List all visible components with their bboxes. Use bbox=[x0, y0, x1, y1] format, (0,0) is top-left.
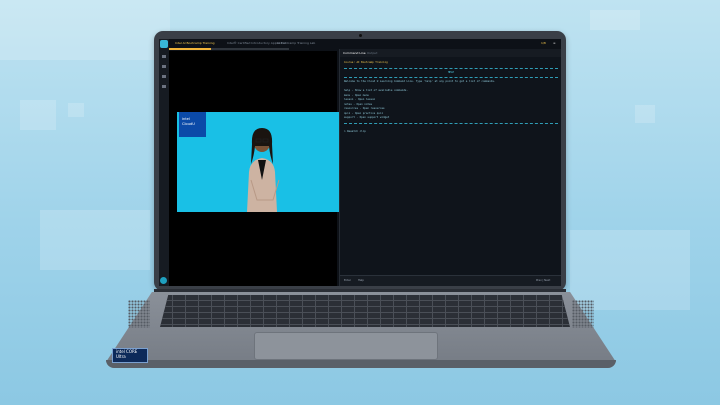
speaker-grille-right bbox=[572, 300, 594, 328]
settings-icon[interactable] bbox=[162, 85, 166, 88]
cpu-sticker: intel CORE Ultra bbox=[112, 348, 148, 363]
terminal-divider bbox=[344, 67, 558, 69]
terminal-line: Course: AI Bootcamp Training bbox=[344, 61, 388, 64]
course-title: Intel AI Bootcamp Training bbox=[175, 41, 215, 45]
webcam bbox=[359, 34, 362, 37]
course-progress-fill bbox=[169, 48, 211, 50]
terminal-line: HELP bbox=[447, 70, 455, 74]
speaker-grille-left bbox=[128, 300, 150, 328]
lesson-video-area: intel CloudU bbox=[169, 51, 339, 286]
bg-tile bbox=[590, 10, 640, 30]
cpu-sticker-text: intel CORE Ultra bbox=[116, 349, 138, 359]
tab-command-line[interactable]: Command Line bbox=[343, 51, 366, 55]
intel-cloudu-logo: intel CloudU bbox=[179, 112, 206, 137]
laptop-front-edge bbox=[106, 360, 616, 368]
notes-icon[interactable] bbox=[162, 75, 166, 78]
logo-line-2: CloudU bbox=[182, 122, 195, 126]
bg-tile bbox=[635, 105, 655, 123]
app-logo-icon[interactable] bbox=[160, 40, 168, 48]
touchpad bbox=[254, 332, 438, 360]
bg-tile bbox=[570, 230, 690, 310]
panel-footer: Enter Help Prev | Next bbox=[340, 275, 561, 286]
menu-icon[interactable] bbox=[162, 55, 166, 58]
lesson-icon[interactable] bbox=[162, 65, 166, 68]
command-panel: Command Line Output Course: AI Bootcamp … bbox=[339, 49, 561, 286]
tab-output[interactable]: Output bbox=[367, 51, 377, 55]
bg-tile bbox=[68, 103, 84, 117]
breadcrumb-3[interactable]: AI Bootcamp Training Lab bbox=[277, 41, 315, 45]
slide-counter: 1/8 bbox=[541, 41, 546, 45]
terminal-line: support - Open support widget bbox=[344, 116, 390, 119]
app-sidebar-rail bbox=[159, 39, 169, 286]
bg-tile bbox=[0, 0, 170, 60]
support-icon[interactable] bbox=[160, 277, 167, 284]
terminal-divider bbox=[344, 122, 558, 124]
bg-tile bbox=[40, 210, 150, 270]
help-button[interactable]: Help bbox=[358, 279, 364, 282]
prev-next-controls[interactable]: Prev | Next bbox=[536, 279, 550, 282]
terminal-output: Course: AI Bootcamp Training HELP Welcome … bbox=[344, 61, 558, 135]
course-progress-bar bbox=[169, 48, 289, 50]
terminal-divider bbox=[344, 77, 558, 78]
laptop-screen: Intel AI Bootcamp Training Intel® Certif… bbox=[159, 39, 561, 286]
enter-button[interactable]: Enter bbox=[344, 279, 351, 282]
panel-tabs: Command Line Output bbox=[340, 49, 561, 57]
keyboard-rows bbox=[160, 295, 570, 327]
hamburger-icon[interactable]: ≡ bbox=[553, 41, 556, 45]
presenter-image bbox=[247, 128, 280, 212]
bg-tile bbox=[20, 100, 56, 130]
terminal-line: > Rewatch clip bbox=[344, 130, 366, 133]
